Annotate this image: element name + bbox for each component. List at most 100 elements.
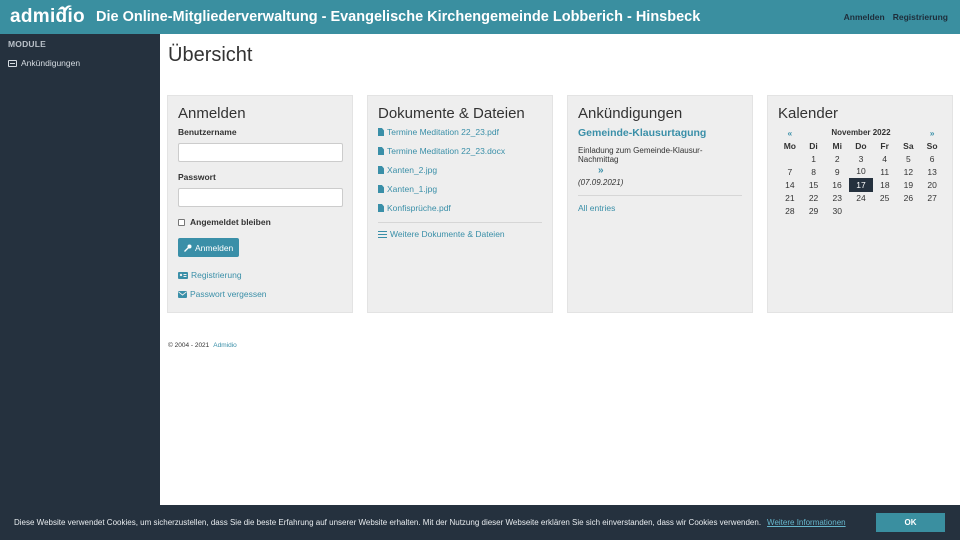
- more-documents-link[interactable]: Weitere Dokumente & Dateien: [378, 229, 542, 239]
- calendar-day[interactable]: 13: [920, 165, 944, 178]
- announcement-date: (07.09.2021): [578, 178, 624, 187]
- cookie-ok-button[interactable]: OK: [876, 513, 945, 532]
- register-link-label: Registrierung: [191, 270, 242, 280]
- calendar-empty-cell: [920, 204, 944, 217]
- cookie-text: Diese Website verwendet Cookies, um sich…: [14, 518, 762, 527]
- weekday: Do: [855, 140, 867, 151]
- sidebar-item-announcements[interactable]: Ankündigungen: [0, 54, 160, 72]
- file-link[interactable]: Konfisprüche.pdf: [378, 203, 542, 213]
- prev-month-button[interactable]: «: [778, 126, 802, 139]
- calendar-day[interactable]: 30: [825, 204, 849, 217]
- admidio-link[interactable]: Admidio: [213, 342, 236, 349]
- list-icon: [378, 230, 387, 238]
- forgot-link-label: Passwort vergessen: [190, 289, 267, 299]
- announcement-text: Einladung zum Gemeinde-Klausur-Nachmitta…: [578, 146, 703, 164]
- login-link[interactable]: Anmelden: [844, 12, 885, 22]
- file-name: Konfisprüche.pdf: [387, 203, 451, 213]
- file-name: Termine Meditation 22_23.pdf: [387, 127, 499, 137]
- file-link[interactable]: Termine Meditation 22_23.docx: [378, 146, 542, 156]
- calendar-day[interactable]: 12: [897, 165, 921, 178]
- file-link[interactable]: Xanten_2.jpg: [378, 165, 542, 175]
- calendar-day[interactable]: 15: [802, 178, 826, 191]
- calendar-day[interactable]: 2: [825, 152, 849, 165]
- next-month-button[interactable]: »: [920, 126, 944, 139]
- calendar-week: 14 15 16 17 18 19 20: [778, 177, 944, 192]
- calendar-table: « November 2022 » Mo Di Mi Do Fr Sa So 1…: [778, 126, 944, 217]
- calendar-day[interactable]: 6: [920, 152, 944, 165]
- calendar-days: 1 2 3 4 5 6 7 8 9 10 11 12 13 14 15 16 17 18 19 20 21 22 23 24 2…: [778, 152, 944, 217]
- bird-icon: [58, 5, 72, 11]
- calendar-day[interactable]: 11: [873, 165, 897, 178]
- cookie-banner: Diese Website verwendet Cookies, um sich…: [0, 505, 960, 540]
- password-field[interactable]: [178, 188, 343, 207]
- all-entries-link[interactable]: All entries: [578, 203, 742, 213]
- documents-card: Dokumente & Dateien Termine Meditation 2…: [367, 95, 553, 313]
- announcement-title-link[interactable]: Gemeinde-Klausurtagung: [578, 127, 742, 139]
- id-card-icon: [178, 271, 188, 279]
- username-field[interactable]: [178, 143, 343, 162]
- divider: [578, 195, 742, 196]
- cookie-info-link[interactable]: Weitere Informationen: [767, 518, 846, 527]
- calendar-empty-cell: [873, 204, 897, 217]
- calendar-day[interactable]: 26: [897, 191, 921, 204]
- divider: [378, 222, 542, 223]
- calendar-week: 21 22 23 24 25 26 27: [778, 191, 944, 204]
- calendar-day[interactable]: 27: [920, 191, 944, 204]
- file-icon: [378, 128, 384, 136]
- calendar-day[interactable]: 18: [873, 178, 897, 191]
- login-button-label: Anmelden: [195, 242, 234, 253]
- sidebar-item-label: Ankündigungen: [21, 58, 81, 68]
- calendar-day[interactable]: 16: [825, 178, 849, 191]
- read-more-link[interactable]: »: [578, 166, 742, 176]
- calendar-empty-cell: [778, 152, 802, 165]
- register-link[interactable]: Registrierung: [178, 270, 342, 280]
- calendar-day[interactable]: 9: [825, 165, 849, 178]
- file-icon: [378, 185, 384, 193]
- calendar-day[interactable]: 23: [825, 191, 849, 204]
- calendar-day[interactable]: 25: [873, 191, 897, 204]
- key-icon: [184, 244, 192, 252]
- login-button[interactable]: Anmelden: [178, 238, 240, 257]
- calendar-day[interactable]: 5: [897, 152, 921, 165]
- calendar-day[interactable]: 20: [920, 178, 944, 191]
- weekday: Mi: [832, 140, 842, 151]
- calendar-day[interactable]: 19: [897, 178, 921, 191]
- calendar-week: 7 8 9 10 11 12 13: [778, 165, 944, 178]
- file-icon: [378, 166, 384, 174]
- calendar-day[interactable]: 17: [848, 177, 874, 192]
- calendar-day[interactable]: 10: [849, 165, 873, 178]
- logo-text: admidio: [10, 6, 85, 27]
- weekday: So: [926, 140, 938, 151]
- file-link[interactable]: Xanten_1.jpg: [378, 184, 542, 194]
- calendar-day[interactable]: 24: [849, 191, 873, 204]
- file-icon: [378, 204, 384, 212]
- calendar-week: 123456: [778, 152, 944, 165]
- weekday: Fr: [880, 140, 889, 151]
- calendar-month: November 2022: [831, 128, 891, 137]
- announcements-card: Ankündigungen Gemeinde-Klausurtagung Ein…: [567, 95, 753, 313]
- announcements-heading: Ankündigungen: [578, 105, 683, 122]
- calendar-day[interactable]: 4: [873, 152, 897, 165]
- calendar-day[interactable]: 1: [802, 152, 826, 165]
- calendar-day[interactable]: 3: [849, 152, 873, 165]
- calendar-day[interactable]: 8: [802, 165, 826, 178]
- calendar-card: Kalender « November 2022 » Mo Di Mi Do F…: [767, 95, 953, 313]
- file-link[interactable]: Termine Meditation 22_23.pdf: [378, 127, 542, 137]
- calendar-day[interactable]: 7: [778, 165, 802, 178]
- main-content: Übersicht Anmelden Benutzername Passwort…: [160, 34, 960, 540]
- calendar-day[interactable]: 22: [802, 191, 826, 204]
- calendar-day[interactable]: 28: [778, 204, 802, 217]
- weekday: Sa: [903, 140, 914, 151]
- forgot-password-link[interactable]: Passwort vergessen: [178, 289, 342, 299]
- admidio-logo[interactable]: admidio: [0, 0, 96, 34]
- calendar-day[interactable]: 21: [778, 191, 802, 204]
- calendar-heading: Kalender: [778, 105, 839, 122]
- calendar-day[interactable]: 14: [778, 178, 802, 191]
- registration-link[interactable]: Registrierung: [893, 12, 948, 22]
- calendar-day[interactable]: 29: [802, 204, 826, 217]
- remember-checkbox[interactable]: [178, 218, 185, 226]
- file-name: Termine Meditation 22_23.docx: [387, 146, 506, 156]
- documents-heading: Dokumente & Dateien: [378, 105, 525, 122]
- username-label: Benutzername: [178, 127, 237, 137]
- weekday: Mo: [783, 140, 796, 151]
